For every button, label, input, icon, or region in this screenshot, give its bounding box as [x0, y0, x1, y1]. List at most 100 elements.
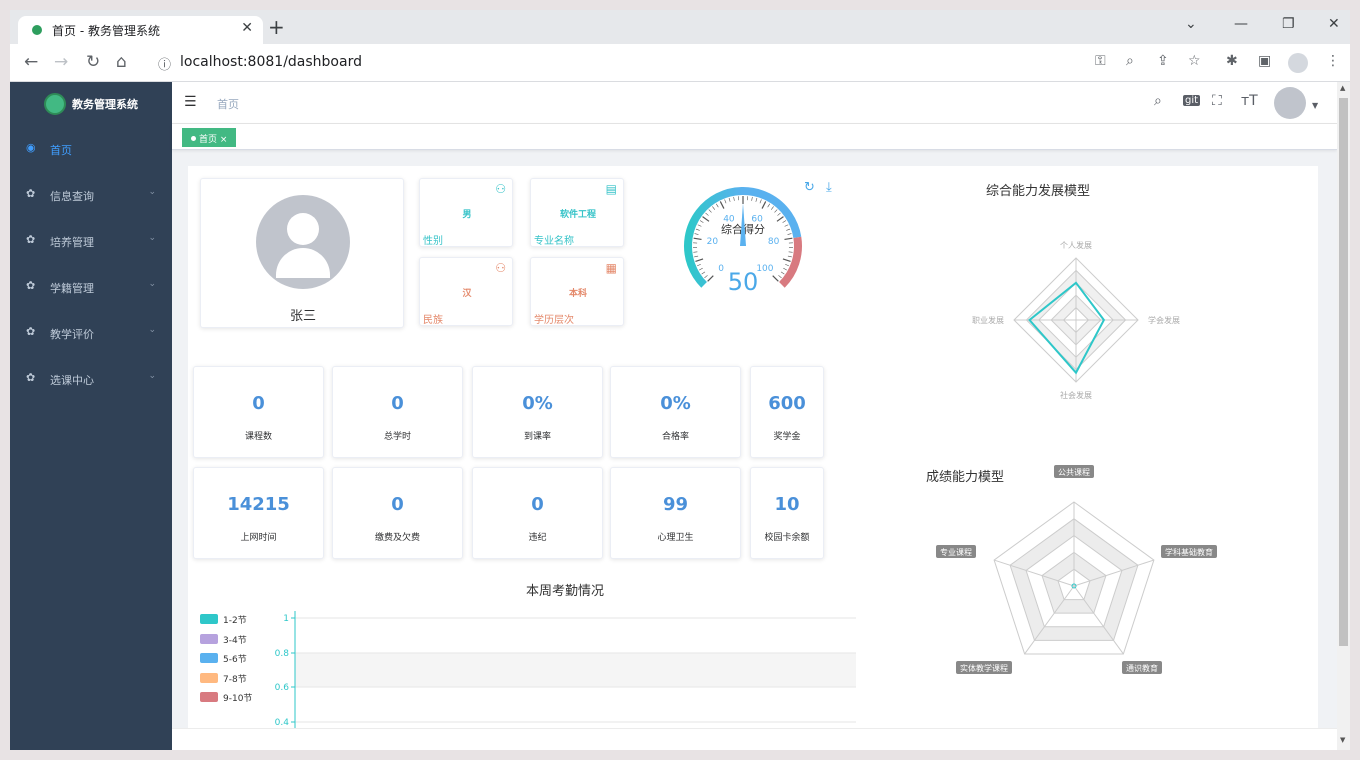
radar1-axis-label: 学会发展	[1148, 315, 1180, 325]
url-field[interactable]: localhost:8081/dashboard	[180, 54, 362, 70]
extensions-icon[interactable]: ✱	[1226, 53, 1238, 69]
gauge-tick	[707, 275, 714, 282]
bottom-strip	[172, 728, 1337, 750]
fullscreen-icon[interactable]: ⛶	[1212, 93, 1222, 109]
stat-card: 0 课程数	[193, 366, 324, 458]
sidepanel-icon[interactable]: ▣	[1258, 53, 1271, 69]
sidebar-logo[interactable]: 教务管理系统	[10, 82, 172, 126]
gauge-tick	[708, 209, 712, 213]
new-tab-button[interactable]: +	[268, 15, 285, 39]
radar2-label-badge	[936, 545, 976, 558]
gauge-tick	[784, 224, 789, 227]
avatar	[256, 195, 350, 289]
stat-card: 0 总学时	[332, 366, 463, 458]
bookmark-star-icon[interactable]: ☆	[1188, 53, 1201, 69]
gender-label: 性别	[423, 236, 443, 247]
site-info-icon[interactable]: ⓘ	[158, 54, 171, 73]
legend-item[interactable]: 3-4节	[200, 633, 252, 653]
zoom-icon[interactable]: ⌕	[1126, 53, 1134, 69]
gear-icon: ✿	[26, 279, 36, 292]
stat-value: 0	[531, 494, 544, 515]
sidebar-item-label: 首页	[50, 144, 72, 157]
tab-close-button[interactable]: ✕	[241, 20, 253, 36]
radar2-label-badge	[1054, 465, 1094, 478]
tag-home[interactable]: 首页 ×	[182, 128, 237, 147]
download-icon[interactable]: ⤓	[826, 180, 832, 195]
gauge-tick	[733, 196, 735, 201]
legend-item[interactable]: 7-8节	[200, 672, 252, 692]
gauge-tick	[712, 206, 716, 210]
gauge-tick	[784, 237, 793, 241]
reload-icon[interactable]: ↻	[86, 52, 100, 72]
user-icon: ⚇	[495, 182, 506, 196]
hamburger-icon[interactable]: ☰	[184, 94, 197, 110]
gauge-tick	[759, 199, 762, 204]
y-tick-label: 1	[283, 614, 289, 624]
gear-icon: ✿	[26, 187, 36, 200]
search-icon[interactable]: ⌕	[1154, 93, 1162, 109]
y-tick-label: 0.4	[275, 718, 290, 728]
sidebar-item-evaluation[interactable]: ✿ 教学评价 ⌄	[10, 310, 172, 356]
breadcrumb[interactable]: 首页	[217, 96, 239, 112]
legend-label: 5-6节	[223, 655, 247, 666]
stat-card: 600 奖学金	[750, 366, 824, 458]
chevron-down-icon: ⌄	[148, 371, 156, 381]
legend-item[interactable]: 5-6节	[200, 652, 252, 672]
gauge-tick	[694, 255, 699, 258]
radar2-ring	[1009, 518, 1139, 641]
document-icon: ▤	[605, 182, 617, 196]
close-window-button[interactable]: ✕	[1328, 16, 1340, 32]
sidebar-item-course-selection[interactable]: ✿ 选课中心 ⌄	[10, 356, 172, 402]
gauge-tick	[774, 209, 778, 213]
restore-button[interactable]: ❐	[1282, 16, 1295, 32]
tags-view: 首页 ×	[172, 124, 1337, 150]
radar2-label-badge	[1161, 545, 1217, 558]
page-scrollbar[interactable]: ▲ ▼	[1337, 82, 1350, 750]
gauge-tick	[704, 275, 708, 279]
sidebar-item-home[interactable]: ◉ 首页	[10, 126, 172, 172]
minimize-button[interactable]: —	[1234, 16, 1248, 32]
top-navbar: ☰ 首页 ⌕ git ⛶ ᴛT ▼	[172, 82, 1337, 124]
gauge-tick	[751, 196, 753, 201]
logo-icon	[44, 93, 66, 115]
sidebar-item-info-query[interactable]: ✿ 信息查询 ⌄	[10, 172, 172, 218]
forward-icon[interactable]: →	[54, 52, 68, 72]
legend-item[interactable]: 1-2节	[200, 613, 252, 633]
menu-kebab-icon[interactable]: ⋮	[1326, 53, 1340, 69]
tab-search-icon[interactable]: ⌄	[1185, 16, 1197, 32]
gauge-tick	[770, 206, 774, 210]
gauge-tick	[699, 267, 703, 271]
chevron-down-icon: ⌄	[148, 325, 156, 335]
share-icon[interactable]: ⇪	[1157, 53, 1169, 69]
gauge-tick	[783, 267, 787, 271]
gauge-tick	[785, 263, 790, 267]
back-icon[interactable]: ←	[24, 52, 38, 72]
stat-label: 到课率	[523, 432, 551, 442]
dashboard-icon: ◉	[26, 141, 36, 154]
font-size-icon[interactable]: ᴛT	[1241, 93, 1258, 109]
legend-item[interactable]: 9-10节	[200, 691, 252, 711]
caret-down-icon[interactable]: ▼	[1312, 101, 1318, 110]
browser-tab[interactable]: 首页 - 教务管理系统 ✕	[18, 16, 263, 44]
browser-tabstrip: 首页 - 教务管理系统 ✕ + ⌄ — ❐ ✕	[10, 10, 1350, 44]
stat-label: 合格率	[661, 432, 689, 442]
sidebar-item-enrollment[interactable]: ✿ 学籍管理 ⌄	[10, 264, 172, 310]
education-label: 学历层次	[534, 315, 574, 326]
profile-icon[interactable]	[1288, 53, 1308, 73]
gauge-needle	[740, 203, 746, 246]
key-icon[interactable]: ⚿	[1095, 53, 1106, 69]
legend-label: 1-2节	[223, 616, 247, 626]
sidebar-item-training[interactable]: ✿ 培养管理 ⌄	[10, 218, 172, 264]
stat-label: 违纪	[528, 533, 547, 543]
refresh-icon[interactable]: ↻	[804, 180, 815, 195]
radar1-ring	[1013, 257, 1139, 383]
user-avatar[interactable]	[1274, 87, 1306, 119]
scrollbar-thumb[interactable]	[1339, 98, 1348, 646]
ethnicity-card: ⚇ 汉 民族	[419, 257, 513, 326]
stat-value: 0	[391, 393, 404, 414]
scroll-up-icon[interactable]: ▲	[1340, 84, 1345, 92]
home-icon[interactable]: ⌂	[116, 52, 127, 72]
scroll-down-icon[interactable]: ▼	[1340, 736, 1345, 744]
chevron-down-icon: ⌄	[148, 187, 156, 197]
git-icon[interactable]: git	[1183, 95, 1201, 106]
